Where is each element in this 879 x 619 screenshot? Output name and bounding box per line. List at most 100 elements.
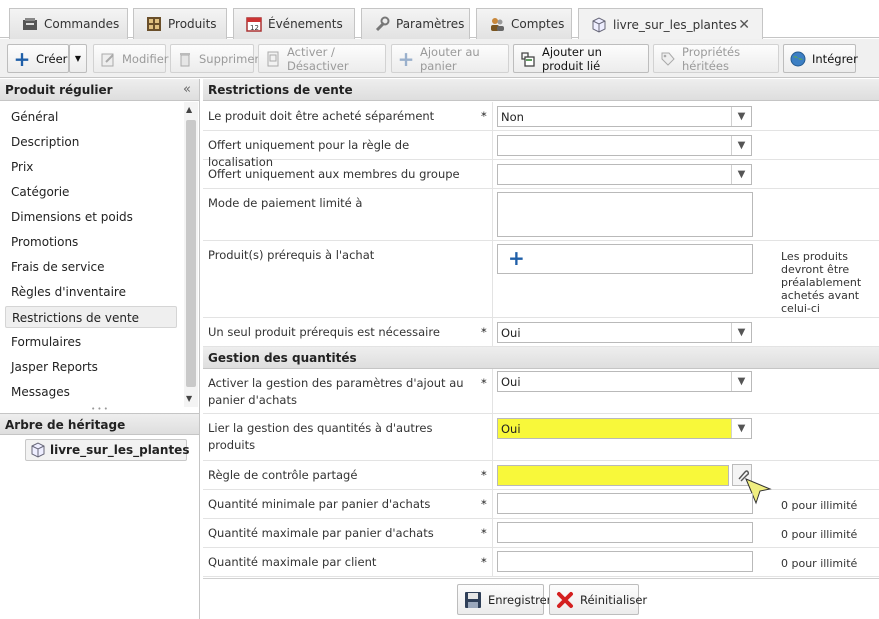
sidebar-item-label: Prix	[11, 160, 34, 174]
scrollbar-thumb[interactable]	[186, 120, 196, 387]
sidebar-item-general[interactable]: Général	[5, 106, 177, 128]
plus-icon: +	[13, 46, 31, 71]
tab-parametres[interactable]: Paramètres	[361, 8, 470, 39]
select-value: Non	[501, 110, 524, 124]
field-label: Un seul produit prérequis est nécessaire	[208, 325, 440, 339]
add-cart-label: Ajouter au panier	[420, 44, 480, 73]
chevron-down-icon[interactable]: ▼	[731, 107, 751, 126]
max-qty-input[interactable]	[497, 522, 753, 543]
field-label: Mode de paiement limité à	[208, 196, 363, 210]
add-linked-product-button[interactable]: Ajouter un produit lié	[513, 44, 649, 73]
save-icon	[464, 591, 482, 609]
save-button[interactable]: Enregistrer	[457, 584, 551, 615]
create-dropdown-button[interactable]: ▼	[69, 44, 87, 73]
inherited-properties-button[interactable]: Propriétés héritées	[653, 44, 779, 73]
localisation-select[interactable]: ▼	[497, 135, 752, 156]
tab-comptes[interactable]: Comptes	[476, 8, 572, 39]
max-client-input[interactable]	[497, 551, 753, 572]
tab-label: Paramètres	[396, 17, 465, 31]
sidebar-scrollbar[interactable]: ▲ ▼	[184, 102, 198, 407]
integrate-button[interactable]: Intégrer	[783, 44, 858, 73]
sidebar-item-promotions[interactable]: Promotions	[5, 231, 177, 253]
toolbar: + Créer ▼ Modifier Supprimer Activer / D…	[0, 39, 879, 78]
field-label: Produit(s) prérequis à l'achat	[208, 248, 375, 262]
collapse-icon[interactable]: «	[183, 82, 191, 97]
sidebar-item-formulaires[interactable]: Formulaires	[5, 331, 177, 353]
sidebar-item-label: Formulaires	[11, 335, 82, 349]
prereq-products-box[interactable]: +	[497, 244, 753, 274]
modify-button[interactable]: Modifier	[93, 44, 169, 73]
sidebar-item-messages[interactable]: Messages	[5, 381, 177, 403]
sidebar-item-restrictions[interactable]: Restrictions de vente	[5, 306, 177, 328]
tab-label: Produits	[168, 17, 217, 31]
sidebar-item-jasper[interactable]: Jasper Reports	[5, 356, 177, 378]
sidebar-item-dimensions[interactable]: Dimensions et poids	[5, 206, 177, 228]
chevron-down-icon[interactable]: ▼	[731, 419, 751, 438]
sidebar-item-prix[interactable]: Prix	[5, 156, 177, 178]
svg-text:12: 12	[250, 24, 259, 32]
reset-label: Réinitialiser	[580, 592, 648, 607]
separately-select[interactable]: Non ▼	[497, 106, 752, 127]
trash-icon	[177, 51, 193, 67]
tab-label: Comptes	[511, 17, 565, 31]
reset-button[interactable]: Réinitialiser	[549, 584, 647, 615]
row-shared-rule: Règle de contrôle partagé *	[203, 461, 879, 505]
required-mark: *	[481, 468, 487, 482]
shared-rule-field[interactable]	[497, 465, 729, 486]
tab-livre-sur-les-plantes[interactable]: livre_sur_les_plantes ✕	[578, 8, 763, 40]
sidebar-title: Produit régulier	[5, 83, 113, 97]
delete-label: Supprimer	[199, 51, 260, 66]
row-link-qty: Lier la gestion des quantités à d'autres…	[203, 414, 879, 461]
scroll-down-icon[interactable]: ▼	[186, 394, 192, 403]
tree-node-product[interactable]: livre_sur_les_plantes	[25, 439, 189, 461]
left-panel: Produit régulier « Général Description P…	[0, 79, 200, 619]
one-prereq-select[interactable]: Oui ▼	[497, 322, 752, 343]
sidebar-item-categorie[interactable]: Catégorie	[5, 181, 177, 203]
wrench-icon	[374, 16, 390, 32]
chevron-down-icon[interactable]: ▼	[731, 323, 751, 342]
create-button[interactable]: + Créer	[7, 44, 69, 73]
min-qty-input[interactable]	[497, 493, 753, 514]
link-qty-select[interactable]: Oui ▼	[497, 418, 752, 439]
sidebar-item-label: Frais de service	[11, 260, 105, 274]
activate-qty-select[interactable]: Oui ▼	[497, 371, 752, 392]
add-to-cart-button[interactable]: + Ajouter au panier	[391, 44, 509, 73]
payment-listbox[interactable]	[497, 192, 753, 237]
tab-evenements[interactable]: 12 Événements	[233, 8, 355, 39]
sidebar-item-label: Catégorie	[11, 185, 70, 199]
toggle-active-button[interactable]: Activer / Désactiver	[258, 44, 386, 73]
plus-icon: +	[397, 46, 415, 71]
sidebar-item-frais[interactable]: Frais de service	[5, 256, 177, 278]
globe-icon	[790, 51, 806, 67]
chevron-down-icon[interactable]: ▼	[731, 372, 751, 391]
field-label: Le produit doit être acheté séparément	[208, 109, 435, 123]
tree-title: Arbre de héritage	[5, 418, 126, 432]
field-label: Règle de contrôle partagé	[208, 468, 358, 482]
chevron-down-icon: ▼	[74, 54, 82, 63]
product-box-icon	[591, 16, 607, 33]
chevron-down-icon[interactable]: ▼	[731, 136, 751, 155]
sidebar-item-description[interactable]: Description	[5, 131, 177, 153]
toggle-icon	[265, 51, 281, 67]
group-select[interactable]: ▼	[497, 164, 752, 185]
tab-label: livre_sur_les_plantes	[613, 17, 737, 32]
close-icon[interactable]: ✕	[738, 17, 750, 33]
sidebar-item-label: Promotions	[11, 235, 79, 249]
select-value: Oui	[501, 326, 521, 340]
sidebar-item-label: Messages	[11, 385, 70, 399]
sidebar-item-inventaire[interactable]: Règles d'inventaire	[5, 281, 177, 303]
required-mark: *	[481, 526, 487, 540]
tab-commandes[interactable]: Commandes	[9, 8, 128, 39]
chevron-down-icon[interactable]: ▼	[731, 165, 751, 184]
sidebar-nav: Général Description Prix Catégorie Dimen…	[0, 102, 184, 407]
panel-splitter[interactable]: • • •	[0, 406, 199, 413]
scroll-up-icon[interactable]: ▲	[186, 105, 192, 114]
sidebar-item-label: Description	[11, 135, 80, 149]
integrate-label: Intégrer	[812, 51, 858, 66]
plus-icon[interactable]: +	[508, 246, 525, 270]
tab-produits[interactable]: Produits	[133, 8, 227, 39]
required-mark: *	[481, 109, 487, 123]
inherited-label: Propriétés héritées	[682, 44, 741, 73]
delete-button[interactable]: Supprimer	[170, 44, 259, 73]
row-payment: Mode de paiement limité à	[203, 189, 879, 241]
